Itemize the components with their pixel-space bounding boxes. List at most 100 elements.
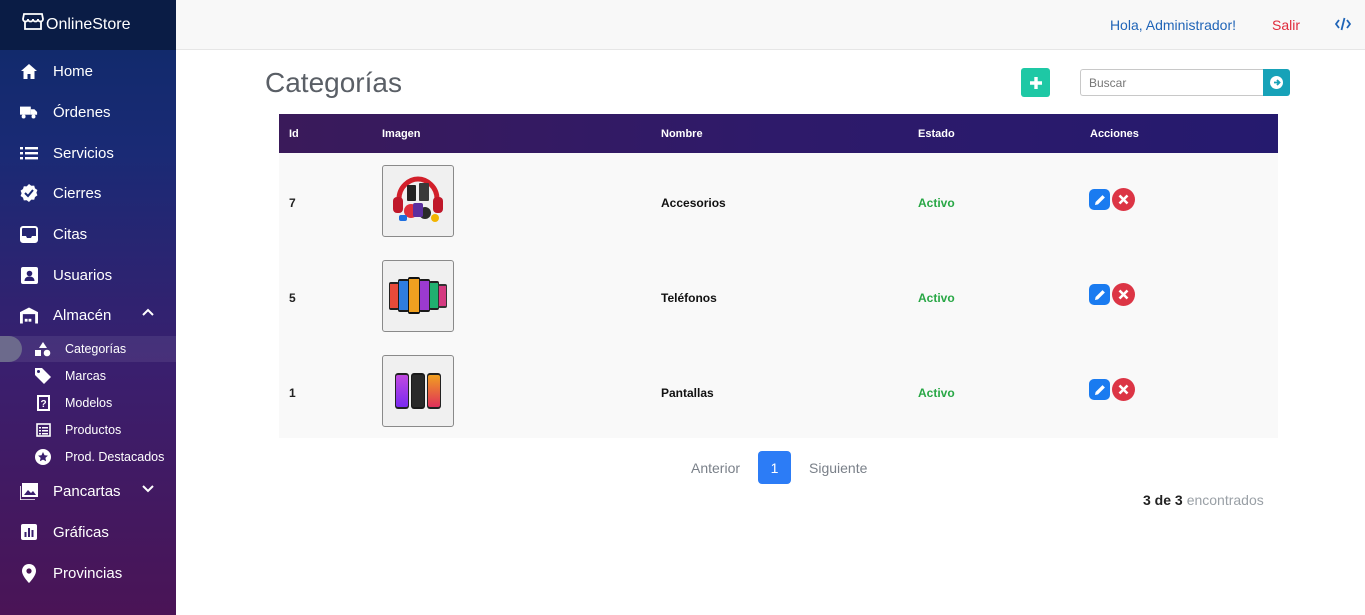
warehouse-icon — [20, 306, 38, 324]
chevron-up-icon — [142, 308, 154, 316]
search-button[interactable] — [1263, 69, 1290, 96]
pencil-icon — [1094, 289, 1105, 300]
sidebar-item-citas[interactable]: Citas — [0, 214, 176, 254]
close-icon — [1118, 194, 1129, 205]
sidebar-item-usuarios[interactable]: Usuarios — [0, 255, 176, 295]
sidebar-subitem-destacados[interactable]: Prod. Destacados — [0, 444, 176, 470]
shapes-icon — [35, 341, 51, 357]
chart-icon — [20, 523, 38, 541]
sidebar-item-pancartas[interactable]: Pancartas — [0, 471, 176, 511]
pagination-page[interactable]: 1 — [758, 451, 791, 484]
edit-button[interactable] — [1089, 379, 1110, 400]
sidebar-item-almacen[interactable]: Almacén — [0, 295, 176, 335]
pencil-icon — [1094, 384, 1105, 395]
status-badge: Activo — [918, 291, 955, 305]
column-header-nombre: Nombre — [661, 128, 703, 140]
delete-button[interactable] — [1112, 283, 1135, 306]
sidebar-subitem-categorias[interactable]: Categorías — [0, 336, 176, 362]
topbar: Hola, Administrador! Salir — [176, 0, 1365, 50]
sidebar-subitem-label: Prod. Destacados — [65, 450, 165, 464]
sidebar-subitem-label: Modelos — [65, 396, 113, 410]
sidebar-subitem-label: Categorías — [65, 342, 127, 356]
brand[interactable]: OnlineStore — [0, 0, 176, 50]
pagination-next[interactable]: Siguiente — [809, 460, 867, 476]
sidebar-item-home[interactable]: Home — [0, 51, 176, 91]
sidebar-item-label: Almacén — [53, 306, 112, 324]
sidebar-item-label: Gráficas — [53, 523, 109, 541]
chevron-down-icon — [142, 485, 154, 493]
row-id: 7 — [289, 196, 296, 210]
list-alt-icon — [35, 422, 51, 438]
sidebar-subitem-productos[interactable]: Productos — [0, 417, 176, 443]
delete-button[interactable] — [1112, 188, 1135, 211]
sidebar-item-provincias[interactable]: Provincias — [0, 553, 176, 593]
star-circle-icon — [35, 449, 51, 465]
results-count-value: 3 de 3 — [1143, 492, 1183, 508]
row-actions — [1089, 378, 1135, 401]
edit-button[interactable] — [1089, 284, 1110, 305]
table-row: 5 Teléfonos Activo — [279, 248, 1278, 343]
row-actions — [1089, 188, 1135, 211]
sidebar-subitem-modelos[interactable]: ? Modelos — [0, 390, 176, 416]
sidebar-subitem-marcas[interactable]: Marcas — [0, 363, 176, 389]
sidebar-subitem-label: Marcas — [65, 369, 106, 383]
image-icon — [20, 482, 38, 500]
sidebar-item-label: Citas — [53, 225, 88, 243]
sidebar-item-label: Provincias — [53, 564, 123, 582]
row-id: 5 — [289, 291, 296, 305]
box-question-icon: ? — [35, 395, 51, 411]
edit-button[interactable] — [1089, 189, 1110, 210]
row-id: 1 — [289, 386, 296, 400]
status-badge: Activo — [918, 386, 955, 400]
sidebar-item-servicios[interactable]: Servicios — [0, 133, 176, 173]
pencil-icon — [1094, 194, 1105, 205]
table-header: Id Imagen Nombre Estado Acciones — [279, 114, 1278, 153]
row-name: Teléfonos — [661, 291, 717, 305]
sidebar-item-label: Servicios — [53, 144, 114, 162]
row-name: Accesorios — [661, 196, 726, 210]
phones-thumbnail — [382, 260, 454, 332]
logout-link[interactable]: Salir — [1272, 17, 1300, 33]
sidebar: OnlineStore Home Órdenes Servicios Cierr… — [0, 0, 176, 615]
delete-button[interactable] — [1112, 378, 1135, 401]
column-header-id: Id — [289, 128, 299, 140]
truck-icon — [20, 103, 38, 121]
sidebar-item-ordenes[interactable]: Órdenes — [0, 92, 176, 132]
row-name: Pantallas — [661, 386, 714, 400]
sidebar-item-label: Home — [53, 62, 94, 80]
sidebar-item-label: Cierres — [53, 184, 102, 202]
inbox-icon — [20, 225, 38, 243]
map-pin-icon — [20, 563, 38, 583]
table-row: 1 Pantallas Activo — [279, 343, 1278, 438]
sidebar-item-label: Pancartas — [53, 482, 121, 500]
table-row: 7 Accesorios Activo — [279, 153, 1278, 248]
add-category-button[interactable] — [1021, 68, 1050, 97]
home-icon — [20, 62, 38, 80]
badge-check-icon — [20, 184, 38, 202]
column-header-acciones: Acciones — [1090, 128, 1139, 140]
search-input[interactable] — [1080, 69, 1263, 96]
sidebar-item-graficas[interactable]: Gráficas — [0, 512, 176, 552]
accessories-thumbnail — [382, 165, 454, 237]
user-greeting[interactable]: Hola, Administrador! — [1110, 17, 1236, 33]
code-icon[interactable] — [1334, 17, 1352, 36]
tag-icon — [35, 368, 51, 384]
arrow-circle-right-icon — [1270, 76, 1283, 89]
status-badge: Activo — [918, 196, 955, 210]
sidebar-item-cierres[interactable]: Cierres — [0, 173, 176, 213]
column-header-imagen: Imagen — [382, 128, 421, 140]
column-header-estado: Estado — [918, 128, 955, 140]
svg-text:?: ? — [40, 399, 46, 410]
page-title: Categorías — [265, 67, 402, 98]
brand-name: OnlineStore — [46, 16, 131, 33]
close-icon — [1118, 384, 1129, 395]
sidebar-item-label: Usuarios — [53, 266, 113, 284]
list-icon — [20, 144, 38, 162]
results-count: 3 de 3 encontrados — [1143, 492, 1264, 508]
screens-thumbnail — [382, 355, 454, 427]
plus-icon — [1029, 76, 1042, 89]
close-icon — [1118, 289, 1129, 300]
row-actions — [1089, 283, 1135, 306]
pagination-prev[interactable]: Anterior — [691, 460, 740, 476]
user-card-icon — [20, 266, 38, 284]
